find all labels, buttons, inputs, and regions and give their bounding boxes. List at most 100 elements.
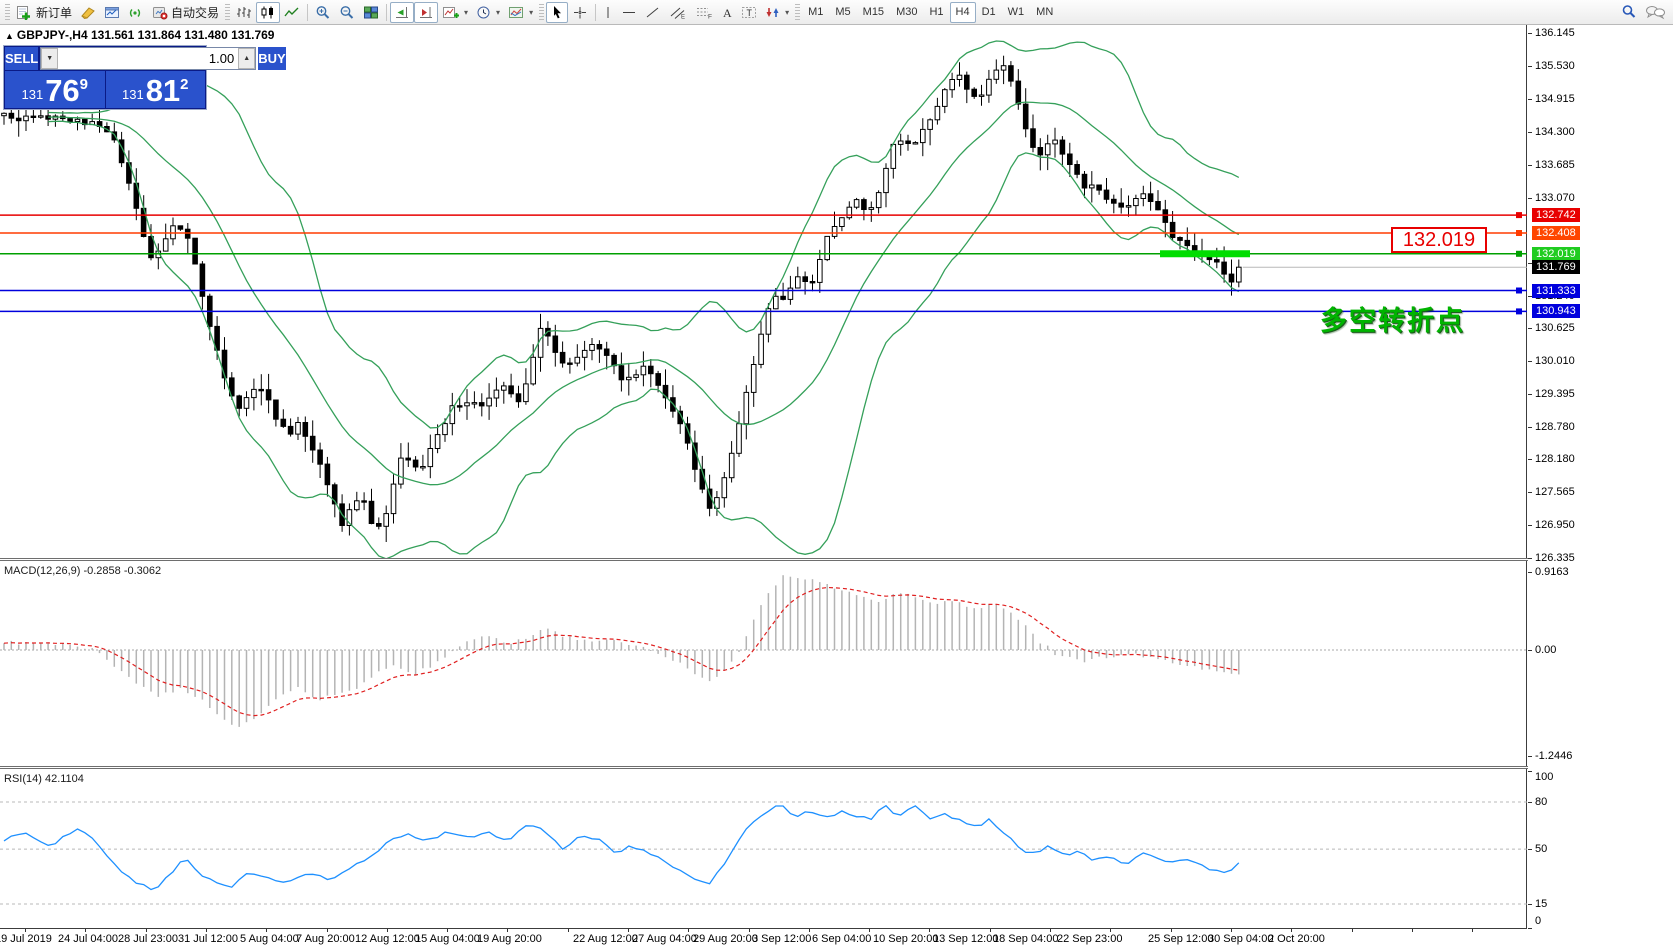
bar-chart-button[interactable] bbox=[232, 2, 256, 23]
time-axis-label: 15 Aug 04:00 bbox=[415, 933, 480, 945]
text-icon: A bbox=[721, 5, 733, 20]
main-price-pane[interactable]: ▲GBPJPY-,H4 131.561 131.864 131.480 131.… bbox=[0, 25, 1527, 558]
metaeditor-button[interactable] bbox=[76, 2, 100, 23]
chevron-down-icon: ▾ bbox=[785, 8, 789, 17]
equidistant-channel-button[interactable]: E bbox=[665, 2, 691, 23]
chart-shift-icon bbox=[418, 5, 434, 20]
timeframe-M30-button[interactable]: M30 bbox=[890, 2, 923, 23]
crosshair-button[interactable] bbox=[568, 2, 592, 23]
macd-chart-canvas[interactable] bbox=[0, 561, 1527, 766]
axis-tick-label: 50 bbox=[1535, 842, 1547, 856]
vertical-line-button[interactable] bbox=[599, 2, 617, 23]
chevron-down-icon: ▾ bbox=[529, 8, 533, 17]
axis-tick bbox=[1528, 756, 1532, 757]
time-axis-tick bbox=[628, 929, 629, 932]
toolbar-grip[interactable] bbox=[539, 4, 544, 21]
toolbar-grip[interactable] bbox=[225, 4, 230, 21]
horizontal-line-icon bbox=[621, 5, 637, 20]
search-button[interactable] bbox=[1617, 2, 1641, 23]
trendline-button[interactable] bbox=[641, 2, 665, 23]
axis-tick bbox=[1528, 66, 1532, 67]
sell-price[interactable]: 131769 bbox=[5, 71, 105, 108]
time-axis-tick bbox=[85, 929, 86, 932]
zoom-in-icon bbox=[315, 5, 331, 20]
candlestick-chart-button[interactable] bbox=[256, 2, 280, 23]
buy-button[interactable]: BUY bbox=[258, 47, 285, 70]
time-axis-tick bbox=[206, 929, 207, 932]
tile-windows-button[interactable] bbox=[359, 2, 383, 23]
price-tag: 132.408 bbox=[1532, 226, 1580, 240]
axis-tick-label: 130.010 bbox=[1535, 354, 1575, 368]
timeframe-W1-button[interactable]: W1 bbox=[1002, 2, 1031, 23]
chat-button[interactable] bbox=[1641, 2, 1670, 23]
turning-point-note[interactable]: 多空转折点 bbox=[1320, 299, 1465, 338]
rsi-pane[interactable]: RSI(14) 42.1104 bbox=[0, 769, 1527, 929]
timeframe-M5-button[interactable]: M5 bbox=[829, 2, 856, 23]
time-axis-tick bbox=[1472, 929, 1473, 932]
time-axis-tick bbox=[1171, 929, 1172, 932]
arrows-button[interactable]: ▾ bbox=[761, 2, 793, 23]
collapse-panel-arrow[interactable]: ▲ bbox=[5, 31, 14, 41]
new-order-button[interactable]: 新订单 bbox=[12, 2, 76, 23]
rsi-chart-canvas[interactable] bbox=[0, 769, 1527, 929]
axis-tick-label: 0 bbox=[1535, 914, 1541, 928]
axis-tick bbox=[1528, 904, 1532, 905]
line-chart-button[interactable] bbox=[280, 2, 304, 23]
buy-price[interactable]: 131812 bbox=[106, 71, 206, 108]
cursor-button[interactable] bbox=[546, 2, 568, 23]
time-axis-tick bbox=[507, 929, 508, 932]
time-axis-tick bbox=[990, 929, 991, 932]
symbol-period-label: GBPJPY-,H4 bbox=[17, 28, 88, 42]
sell-price-prefix: 131 bbox=[21, 84, 43, 106]
chart-shift-button[interactable] bbox=[414, 2, 438, 23]
clock-icon bbox=[476, 5, 492, 20]
metaeditor-icon bbox=[80, 5, 96, 20]
time-axis[interactable]: 19 Jul 201924 Jul 04:0028 Jul 23:0031 Ju… bbox=[0, 929, 1673, 948]
volume-input[interactable] bbox=[58, 48, 238, 69]
timeframe-M15-button[interactable]: M15 bbox=[857, 2, 890, 23]
one-click-trading-panel: SELL ▼ ▲ BUY 131769 131812 bbox=[3, 45, 207, 110]
periods-button[interactable]: ▾ bbox=[472, 2, 504, 23]
timeframe-M1-button[interactable]: M1 bbox=[802, 2, 829, 23]
candlestick-chart-canvas[interactable] bbox=[0, 25, 1527, 558]
indicators-button[interactable]: ▾ bbox=[438, 2, 472, 23]
timeframe-D1-button[interactable]: D1 bbox=[976, 2, 1002, 23]
price-tag: 132.742 bbox=[1532, 208, 1580, 222]
toolbar-grip[interactable] bbox=[795, 4, 800, 21]
arrows-icon bbox=[765, 5, 781, 20]
macd-pane[interactable]: MACD(12,26,9) -0.2858 -0.3062 bbox=[0, 561, 1527, 766]
timeframe-H1-button[interactable]: H1 bbox=[923, 2, 949, 23]
text-label-button[interactable]: T bbox=[737, 2, 761, 23]
auto-scroll-button[interactable] bbox=[390, 2, 414, 23]
axis-tick bbox=[1528, 849, 1532, 850]
price-axis[interactable]: 136.145135.530134.915134.300133.685133.0… bbox=[1528, 25, 1673, 929]
timeframe-MN-button[interactable]: MN bbox=[1030, 2, 1059, 23]
time-axis-label: 19 Aug 20:00 bbox=[477, 933, 542, 945]
templates-button[interactable]: ▾ bbox=[504, 2, 537, 23]
zoom-out-button[interactable] bbox=[335, 2, 359, 23]
bar-chart-icon bbox=[236, 5, 252, 20]
signals-button[interactable] bbox=[124, 2, 148, 23]
timeframe-H4-button[interactable]: H4 bbox=[950, 2, 976, 23]
auto-trading-button[interactable]: 自动交易 bbox=[148, 2, 223, 23]
sell-button[interactable]: SELL bbox=[5, 47, 38, 70]
toolbar-grip[interactable] bbox=[5, 4, 10, 21]
search-icon bbox=[1621, 4, 1637, 20]
axis-tick bbox=[1528, 650, 1532, 651]
axis-tick-label: 128.180 bbox=[1535, 452, 1575, 466]
svg-text:F: F bbox=[708, 13, 712, 20]
time-axis-tick bbox=[688, 929, 689, 932]
price-callout-box[interactable]: 132.019 bbox=[1391, 227, 1487, 253]
time-axis-tick bbox=[1050, 929, 1051, 932]
axis-tick-label: 130.625 bbox=[1535, 321, 1575, 335]
time-axis-tick bbox=[266, 929, 267, 932]
axis-tick bbox=[1528, 33, 1532, 34]
text-button[interactable]: A bbox=[717, 2, 737, 23]
horizontal-line-button[interactable] bbox=[617, 2, 641, 23]
fibonacci-button[interactable]: F bbox=[691, 2, 717, 23]
zoom-in-button[interactable] bbox=[311, 2, 335, 23]
volume-decrease-button[interactable]: ▼ bbox=[41, 48, 58, 69]
axis-tick-label: 15 bbox=[1535, 897, 1547, 911]
new-chart-button[interactable] bbox=[100, 2, 124, 23]
volume-increase-button[interactable]: ▲ bbox=[238, 48, 255, 69]
